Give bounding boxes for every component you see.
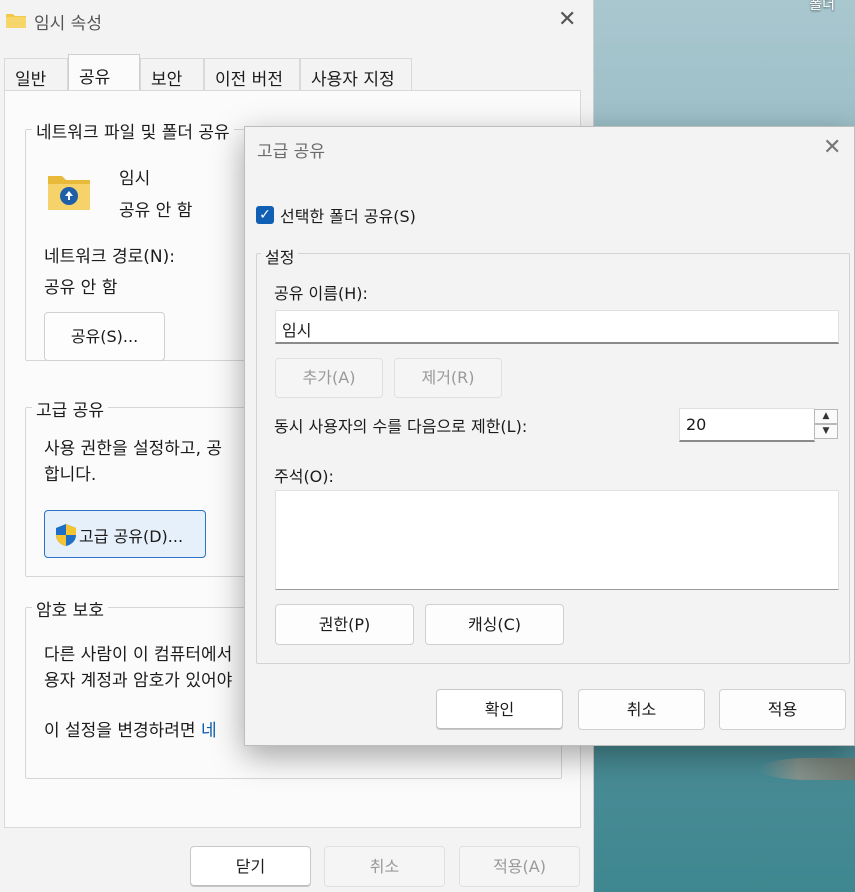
desktop-icon-label[interactable]: 폴더	[809, 0, 835, 14]
shared-folder-icon	[48, 176, 90, 210]
password-change-prefix: 이 설정을 변경하려면	[44, 721, 201, 741]
folder-icon	[6, 14, 26, 28]
properties-window-title: 임시 속성	[34, 14, 102, 34]
advanced-sharing-description-line1: 사용 권한을 설정하고, 공	[44, 439, 223, 459]
tab-sharing-label: 공유	[79, 68, 111, 88]
share-folder-checkbox-label[interactable]: 선택한 폴더 공유(S)	[280, 203, 416, 227]
network-sharing-center-link[interactable]: 네	[201, 721, 217, 741]
share-button[interactable]: 공유(S)...	[44, 312, 165, 361]
permissions-button[interactable]: 권한(P)	[275, 604, 414, 645]
comment-label: 주석(O):	[274, 467, 334, 486]
desktop-reed-decoration	[760, 758, 855, 780]
dialog-apply-button[interactable]: 적용	[719, 689, 846, 730]
spinner-up-icon[interactable]: ▲	[814, 409, 838, 424]
tab-security-label: 보안	[151, 70, 183, 90]
advanced-sharing-group-label: 고급 공유	[32, 396, 108, 421]
dialog-close-icon[interactable]: ✕	[823, 135, 841, 160]
tab-general[interactable]: 일반	[4, 58, 68, 92]
close-button[interactable]: 닫기	[190, 846, 311, 887]
advanced-sharing-description-line2: 합니다.	[44, 465, 97, 485]
advanced-sharing-button[interactable]: 고급 공유(D)...	[44, 510, 206, 558]
tab-customize-label: 사용자 지정	[311, 70, 395, 90]
share-name-label: 공유 이름(H):	[274, 284, 368, 303]
add-button[interactable]: 추가(A)	[275, 358, 383, 398]
cancel-button[interactable]: 취소	[324, 846, 445, 887]
password-description-line1: 다른 사람이 이 컴퓨터에서	[44, 645, 233, 665]
network-path-value: 공유 안 함	[44, 278, 118, 298]
advanced-sharing-dialog: 고급 공유 ✕ ✓ 선택한 폴더 공유(S) 설정 공유 이름(H): 임시 추…	[244, 126, 855, 746]
user-limit-spinner: ▲ ▼	[814, 409, 838, 441]
ok-button[interactable]: 확인	[436, 689, 563, 730]
network-sharing-group-label: 네트워크 파일 및 폴더 공유	[32, 118, 234, 143]
uac-shield-icon	[56, 524, 76, 546]
tab-general-label: 일반	[15, 70, 47, 90]
tab-security[interactable]: 보안	[140, 58, 204, 92]
apply-button[interactable]: 적용(A)	[459, 846, 580, 887]
tab-customize[interactable]: 사용자 지정	[300, 58, 412, 92]
spinner-down-icon[interactable]: ▼	[814, 424, 838, 439]
folder-name: 임시	[119, 169, 151, 189]
password-protection-group-label: 암호 보호	[32, 596, 108, 621]
dialog-cancel-button[interactable]: 취소	[578, 689, 705, 730]
tab-previous-versions[interactable]: 이전 버전	[204, 58, 300, 92]
caching-button[interactable]: 캐싱(C)	[425, 604, 564, 645]
close-icon[interactable]: ✕	[558, 7, 576, 32]
settings-group-label: 설정	[261, 244, 299, 268]
properties-title-bar: 임시 속성 ✕	[0, 0, 594, 42]
remove-button[interactable]: 제거(R)	[394, 358, 502, 398]
network-path-label: 네트워크 경로(N):	[44, 247, 175, 267]
user-limit-label: 동시 사용자의 수를 다음으로 제한(L):	[274, 417, 528, 436]
settings-group: 설정 공유 이름(H): 임시 추가(A) 제거(R) 동시 사용자의 수를 다…	[256, 244, 850, 664]
dialog-title: 고급 공유	[257, 142, 325, 162]
password-change-text: 이 설정을 변경하려면 네	[44, 716, 217, 741]
tab-sharing[interactable]: 공유	[68, 54, 140, 92]
share-name-input[interactable]: 임시	[275, 310, 839, 344]
comment-textarea[interactable]	[275, 490, 839, 590]
user-limit-input[interactable]: 20	[679, 408, 815, 442]
share-folder-checkbox[interactable]: ✓	[256, 206, 274, 224]
tab-previous-versions-label: 이전 버전	[215, 70, 283, 90]
advanced-sharing-button-label: 고급 공유(D)...	[79, 527, 184, 546]
password-description-line2: 용자 계정과 암호가 있어야	[44, 671, 233, 691]
share-status: 공유 안 함	[119, 201, 193, 221]
